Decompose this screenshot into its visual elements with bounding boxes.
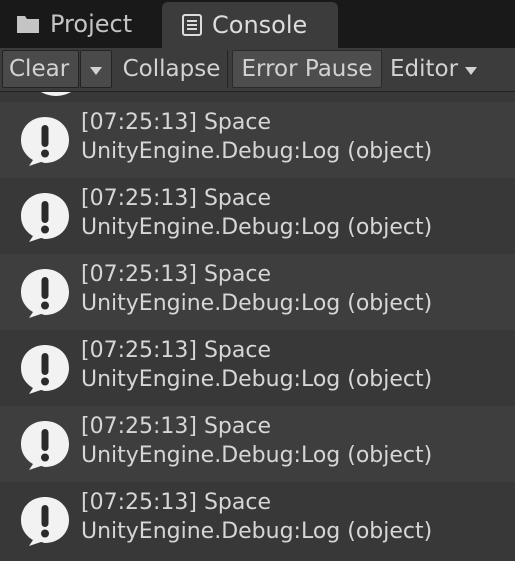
log-entry[interactable]: [07:25:13] Space UnityEngine.Debug:Log (… — [0, 178, 515, 254]
log-timestamp: [07:25:13] Space — [81, 110, 272, 135]
log-entry[interactable]: [07:25:13] Space UnityEngine.Debug:Log (… — [0, 330, 515, 406]
caret-down-icon — [464, 56, 478, 82]
caret-down-icon — [89, 56, 103, 82]
tab-project[interactable]: Project — [0, 0, 160, 48]
log-entry[interactable]: [07:25:13] Space UnityEngine.Debug:Log (… — [0, 102, 515, 178]
log-list[interactable]: [07:25:13] Space UnityEngine.Debug:Log (… — [0, 92, 515, 561]
clear-button[interactable]: Clear — [2, 50, 79, 88]
info-message-icon — [21, 269, 69, 318]
info-message-icon — [21, 117, 69, 166]
error-pause-toggle-label: Error Pause — [241, 56, 373, 82]
info-message-icon — [21, 193, 69, 242]
log-entry[interactable]: [07:25:13] Space UnityEngine.Debug:Log (… — [0, 482, 515, 558]
tab-console[interactable]: Console — [162, 2, 338, 48]
log-entry[interactable]: [07:25:13] Space UnityEngine.Debug:Log (… — [0, 406, 515, 482]
log-timestamp: [07:25:13] Space — [81, 338, 272, 363]
console-toolbar: Clear Collapse Error Pause Editor — [0, 48, 515, 92]
log-detail: UnityEngine.Debug:Log (object) — [81, 519, 433, 544]
collapse-toggle[interactable]: Collapse — [116, 50, 228, 88]
folder-icon — [16, 14, 40, 34]
tab-project-label: Project — [50, 10, 133, 38]
info-message-icon — [21, 421, 69, 470]
tab-console-label: Console — [212, 11, 308, 39]
log-timestamp: [07:25:13] Space — [81, 414, 272, 439]
log-detail: UnityEngine.Debug:Log (object) — [81, 291, 433, 316]
log-detail: UnityEngine.Debug:Log (object) — [81, 139, 433, 164]
log-timestamp: [07:25:13] Space — [81, 186, 272, 211]
log-detail: UnityEngine.Debug:Log (object) — [81, 367, 433, 392]
error-pause-toggle[interactable]: Error Pause — [232, 50, 382, 88]
info-message-icon — [21, 497, 69, 546]
log-entry[interactable]: [07:25:13] Space UnityEngine.Debug:Log (… — [0, 254, 515, 330]
log-timestamp: [07:25:13] Space — [81, 262, 272, 287]
collapse-toggle-label: Collapse — [122, 56, 221, 82]
log-detail: UnityEngine.Debug:Log (object) — [81, 215, 433, 240]
editor-dropdown[interactable]: Editor — [384, 50, 480, 88]
tab-bar: Project Console — [0, 0, 515, 48]
console-icon — [182, 14, 202, 36]
log-detail: UnityEngine.Debug:Log (object) — [81, 443, 433, 468]
info-message-icon — [21, 345, 69, 394]
clear-button-label: Clear — [9, 56, 70, 82]
clear-options-dropdown[interactable] — [80, 50, 112, 88]
editor-dropdown-label: Editor — [390, 56, 459, 82]
log-timestamp: [07:25:13] Space — [81, 490, 272, 515]
